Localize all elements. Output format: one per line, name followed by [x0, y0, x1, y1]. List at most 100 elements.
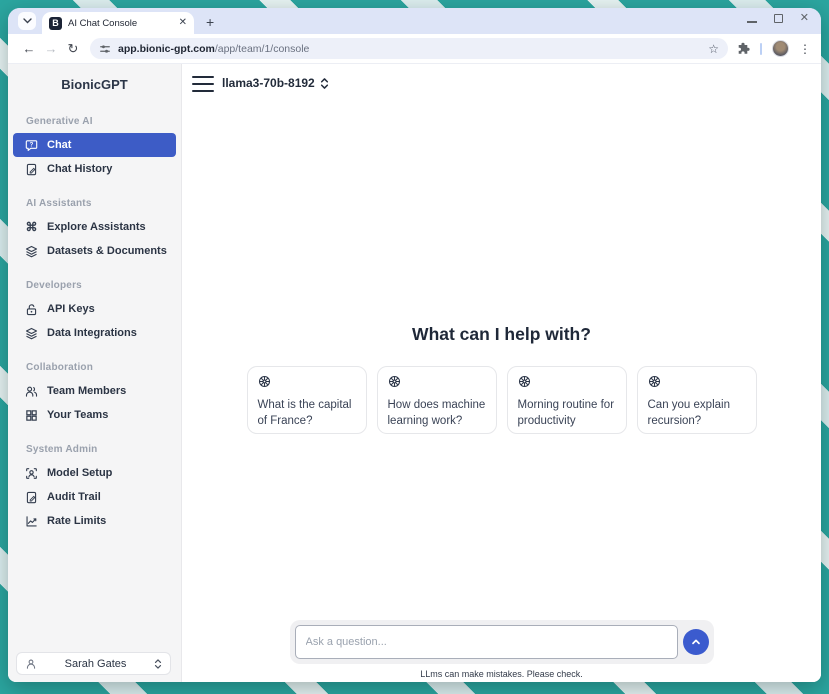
section-label-system-admin: System Admin — [26, 444, 181, 455]
brand-logo: BionicGPT — [8, 77, 181, 92]
sidebar-item-audit-trail[interactable]: Audit Trail — [13, 485, 176, 509]
section-items: API Keys Data Integrations — [8, 297, 181, 345]
assistant-wheel-icon — [388, 375, 401, 388]
command-icon: ⌘ — [25, 221, 38, 233]
send-button[interactable] — [683, 629, 709, 655]
bookmark-star-icon[interactable]: ☆ — [708, 42, 719, 56]
sidebar-item-label: Your Teams — [47, 409, 108, 421]
sidebar-item-label: Rate Limits — [47, 515, 106, 527]
tab-strip: B AI Chat Console ✕ + ✕ — [8, 8, 821, 34]
sidebar-item-label: API Keys — [47, 303, 95, 315]
users-icon — [25, 385, 38, 398]
layers-icon — [25, 245, 38, 258]
suggestion-card[interactable]: Morning routine for productivity — [507, 366, 627, 434]
unlock-icon — [25, 303, 38, 316]
browser-toolbar: ← → ↻ app.bionic-gpt.com/app/team/1/cons… — [8, 34, 821, 64]
section-label-generative-ai: Generative AI — [26, 116, 181, 127]
suggestion-text: What is the capital of France? — [258, 397, 356, 429]
chevron-updown-icon — [154, 658, 162, 670]
section-label-ai-assistants: AI Assistants — [26, 198, 181, 209]
sidebar-item-chat-history[interactable]: Chat History — [13, 157, 176, 181]
suggestion-card[interactable]: What is the capital of France? — [247, 366, 367, 434]
url-text: app.bionic-gpt.com/app/team/1/console — [118, 43, 701, 55]
desktop: { "browser": { "tab_title": "AI Chat Con… — [0, 0, 829, 694]
suggestion-text: Morning routine for productivity — [518, 397, 616, 429]
sidebar-item-rate-limits[interactable]: Rate Limits — [13, 509, 176, 533]
face-scan-icon — [25, 467, 38, 480]
reload-icon[interactable]: ↻ — [62, 41, 84, 57]
close-icon[interactable]: ✕ — [800, 13, 809, 24]
sidebar-item-your-teams[interactable]: Your Teams — [13, 403, 176, 427]
forward-icon[interactable]: → — [40, 41, 62, 56]
url-path: /app/team/1/console — [215, 43, 310, 55]
person-icon — [25, 658, 37, 670]
hamburger-menu-icon[interactable] — [192, 76, 214, 92]
toolbar-right: ⋮ — [736, 40, 811, 57]
toolbar-divider — [760, 43, 762, 55]
page-title: What can I help with? — [182, 324, 821, 345]
svg-text:?: ? — [30, 142, 34, 148]
new-tab-button[interactable]: + — [206, 14, 214, 30]
sidebar-item-datasets-documents[interactable]: Datasets & Documents — [13, 239, 176, 263]
user-name: Sarah Gates — [37, 658, 154, 670]
menu-kebab-icon[interactable]: ⋮ — [799, 42, 811, 56]
chat-bubble-icon: ? — [25, 139, 38, 152]
sidebar-item-label: Chat History — [47, 163, 112, 175]
url-host: app.bionic-gpt.com — [118, 43, 215, 55]
chart-line-icon — [25, 515, 38, 528]
sidebar-item-label: Chat — [47, 139, 71, 151]
grid-icon — [25, 409, 38, 422]
assistant-wheel-icon — [258, 375, 271, 388]
favicon: B — [49, 17, 62, 30]
chevron-down-icon — [23, 18, 32, 24]
sidebar-item-label: Datasets & Documents — [47, 245, 167, 257]
section-items: ⌘ Explore Assistants Datasets & Document… — [8, 215, 181, 263]
tab-title: AI Chat Console — [68, 18, 173, 29]
suggestion-cards: What is the capital of France? How does … — [182, 366, 821, 434]
minimize-icon[interactable] — [747, 21, 757, 23]
address-bar[interactable]: app.bionic-gpt.com/app/team/1/console ☆ — [90, 38, 728, 59]
site-settings-icon — [99, 43, 111, 55]
layers-icon — [25, 327, 38, 340]
tab-ai-chat-console[interactable]: B AI Chat Console ✕ — [42, 12, 194, 34]
back-icon[interactable]: ← — [18, 41, 40, 56]
assistant-wheel-icon — [648, 375, 661, 388]
window-controls: ✕ — [747, 13, 809, 24]
sidebar-item-label: Model Setup — [47, 467, 112, 479]
chat-console-main: llama3-70b-8192 What can I help with? — [182, 64, 821, 682]
browser-window: B AI Chat Console ✕ + ✕ ← → ↻ app.bionic… — [8, 8, 821, 682]
extensions-icon[interactable] — [736, 42, 750, 56]
suggestion-text: How does machine learning work? — [388, 397, 486, 429]
model-name: llama3-70b-8192 — [222, 76, 315, 90]
document-pencil-icon — [25, 491, 38, 504]
tab-search-button[interactable] — [18, 12, 36, 30]
section-label-collaboration: Collaboration — [26, 362, 181, 373]
section-items: Team Members Your Teams — [8, 379, 181, 427]
chat-composer — [290, 620, 714, 664]
section-items: ? Chat Chat History — [8, 133, 181, 181]
maximize-icon[interactable] — [774, 14, 783, 23]
document-pencil-icon — [25, 163, 38, 176]
profile-avatar[interactable] — [772, 40, 789, 57]
sidebar-item-model-setup[interactable]: Model Setup — [13, 461, 176, 485]
user-selector[interactable]: Sarah Gates — [16, 652, 171, 675]
sidebar-item-explore-assistants[interactable]: ⌘ Explore Assistants — [13, 215, 176, 239]
tab-close-icon[interactable]: ✕ — [179, 18, 187, 28]
sidebar-item-chat[interactable]: ? Chat — [13, 133, 176, 157]
sidebar-item-data-integrations[interactable]: Data Integrations — [13, 321, 176, 345]
chevron-up-icon — [690, 636, 702, 648]
suggestion-card[interactable]: Can you explain recursion? — [637, 366, 757, 434]
page-content: BionicGPT Generative AI ? Chat Chat Hist… — [8, 64, 821, 682]
question-input[interactable] — [295, 625, 678, 659]
sidebar-item-label: Audit Trail — [47, 491, 101, 503]
sidebar-item-api-keys[interactable]: API Keys — [13, 297, 176, 321]
suggestion-card[interactable]: How does machine learning work? — [377, 366, 497, 434]
model-selector[interactable]: llama3-70b-8192 — [222, 76, 329, 90]
sidebar-item-team-members[interactable]: Team Members — [13, 379, 176, 403]
sidebar: BionicGPT Generative AI ? Chat Chat Hist… — [8, 64, 182, 682]
sidebar-item-label: Explore Assistants — [47, 221, 146, 233]
sidebar-item-label: Team Members — [47, 385, 126, 397]
section-items: Model Setup Audit Trail — [8, 461, 181, 533]
sidebar-item-label: Data Integrations — [47, 327, 137, 339]
section-label-developers: Developers — [26, 280, 181, 291]
